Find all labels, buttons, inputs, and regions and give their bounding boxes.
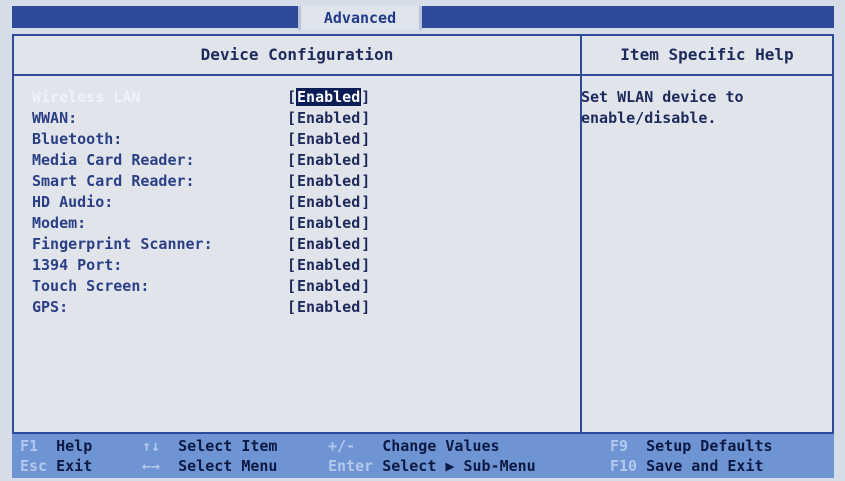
help-title: Item Specific Help <box>620 45 794 64</box>
footer-select-item: ↑↓ Select Item <box>142 436 277 456</box>
tab-advanced[interactable]: Advanced <box>298 6 422 30</box>
setting-media-card-reader[interactable]: Media Card Reader: [Enabled] <box>32 150 370 171</box>
setting-label: Fingerprint Scanner: <box>32 235 213 253</box>
setting-value[interactable]: [Enabled] <box>287 256 370 274</box>
setting-label: Media Card Reader: <box>32 151 195 169</box>
footer-exit: Esc Exit <box>20 456 92 476</box>
setting-gps[interactable]: GPS: [Enabled] <box>32 297 370 318</box>
f9-label: Setup Defaults <box>646 437 773 455</box>
enter-key: Enter <box>328 457 374 475</box>
header-divider <box>14 74 832 76</box>
setting-label: Touch Screen: <box>32 277 150 295</box>
leftright-label: Select Menu <box>178 457 278 475</box>
esc-label: Exit <box>56 457 93 475</box>
updown-label: Select Item <box>178 437 278 455</box>
setting-value[interactable]: [Enabled] <box>287 277 370 295</box>
up-down-arrows-icon: ↑↓ <box>142 437 161 455</box>
setting-touch-screen[interactable]: Touch Screen: [Enabled] <box>32 276 370 297</box>
setting-value[interactable]: [Enabled] <box>287 214 370 232</box>
setting-value[interactable]: [Enabled] <box>287 151 370 169</box>
f1-key: F1 <box>20 437 39 455</box>
setting-value-text: Enabled <box>297 193 361 211</box>
setting-smart-card-reader[interactable]: Smart Card Reader: [Enabled] <box>32 171 370 192</box>
setting-label: Smart Card Reader: <box>32 172 195 190</box>
f1-label: Help <box>56 437 93 455</box>
left-right-arrows-icon: ←→ <box>142 457 161 475</box>
setting-bluetooth[interactable]: Bluetooth: [Enabled] <box>32 129 370 150</box>
setting-value-text: Enabled <box>297 151 361 169</box>
setting-value-text: Enabled <box>297 109 361 127</box>
setting-value[interactable]: [Enabled] <box>287 130 370 148</box>
setting-fingerprint-scanner[interactable]: Fingerprint Scanner: [Enabled] <box>32 234 370 255</box>
setting-value[interactable]: [Enabled] <box>287 193 370 211</box>
setting-label: Bluetooth: <box>32 130 123 148</box>
setting-1394-port[interactable]: 1394 Port: [Enabled] <box>32 255 370 276</box>
setting-value[interactable]: [Enabled] <box>287 88 370 106</box>
setting-value[interactable]: [Enabled] <box>287 235 370 253</box>
footer-change-values: +/- Change Values <box>328 436 500 456</box>
setting-value-text: Enabled <box>297 214 361 232</box>
footer-keybar: F1 Help ↑↓ Select Item +/- Change Values… <box>12 434 834 478</box>
setting-value-text: Enabled <box>297 130 361 148</box>
setting-value-text: Enabled <box>297 256 361 274</box>
setting-label: HD Audio: <box>32 193 114 211</box>
setting-label: Wireless LAN <box>32 88 141 106</box>
setting-label: GPS: <box>32 298 69 316</box>
enter-label: Select ▶ Sub-Menu <box>382 457 536 475</box>
setting-value[interactable]: [Enabled] <box>287 298 370 316</box>
footer-save-exit: F10 Save and Exit <box>610 456 764 476</box>
setting-value-text: Enabled <box>297 172 361 190</box>
setting-value[interactable]: [Enabled] <box>287 109 370 127</box>
setting-label: 1394 Port: <box>32 256 123 274</box>
setting-wwan[interactable]: WWAN: [Enabled] <box>32 108 370 129</box>
footer-sub-menu: Enter Select ▶ Sub-Menu <box>328 456 536 476</box>
plus-minus-key: +/- <box>328 437 356 455</box>
f9-key: F9 <box>610 437 629 455</box>
plusminus-label: Change Values <box>382 437 500 455</box>
footer-help: F1 Help <box>20 436 92 456</box>
menu-bar-strip <box>12 6 834 28</box>
setting-label: Modem: <box>32 214 87 232</box>
setting-modem[interactable]: Modem: [Enabled] <box>32 213 370 234</box>
settings-list: Wireless LAN [Enabled] WWAN: [Enabled] Blu… <box>32 87 370 318</box>
esc-key: Esc <box>20 457 48 475</box>
setting-value[interactable]: [Enabled] <box>287 172 370 190</box>
setting-hd-audio[interactable]: HD Audio: [Enabled] <box>32 192 370 213</box>
menu-bar: Advanced <box>0 0 845 32</box>
setting-value-text: Enabled <box>297 235 361 253</box>
setting-wireless-lan[interactable]: Wireless LAN [Enabled] <box>32 87 370 108</box>
panel-title: Device Configuration <box>200 45 394 64</box>
setting-value-text: Enabled <box>296 88 362 106</box>
setting-value-text: Enabled <box>297 298 361 316</box>
help-text: Set WLAN device to enable/disable. <box>581 88 744 127</box>
footer-select-menu: ←→ Select Menu <box>142 456 277 476</box>
f10-key: F10 <box>610 457 638 475</box>
footer-setup-defaults: F9 Setup Defaults <box>610 436 773 456</box>
setting-value-text: Enabled <box>297 277 361 295</box>
setting-label: WWAN: <box>32 109 78 127</box>
f10-label: Save and Exit <box>646 457 764 475</box>
